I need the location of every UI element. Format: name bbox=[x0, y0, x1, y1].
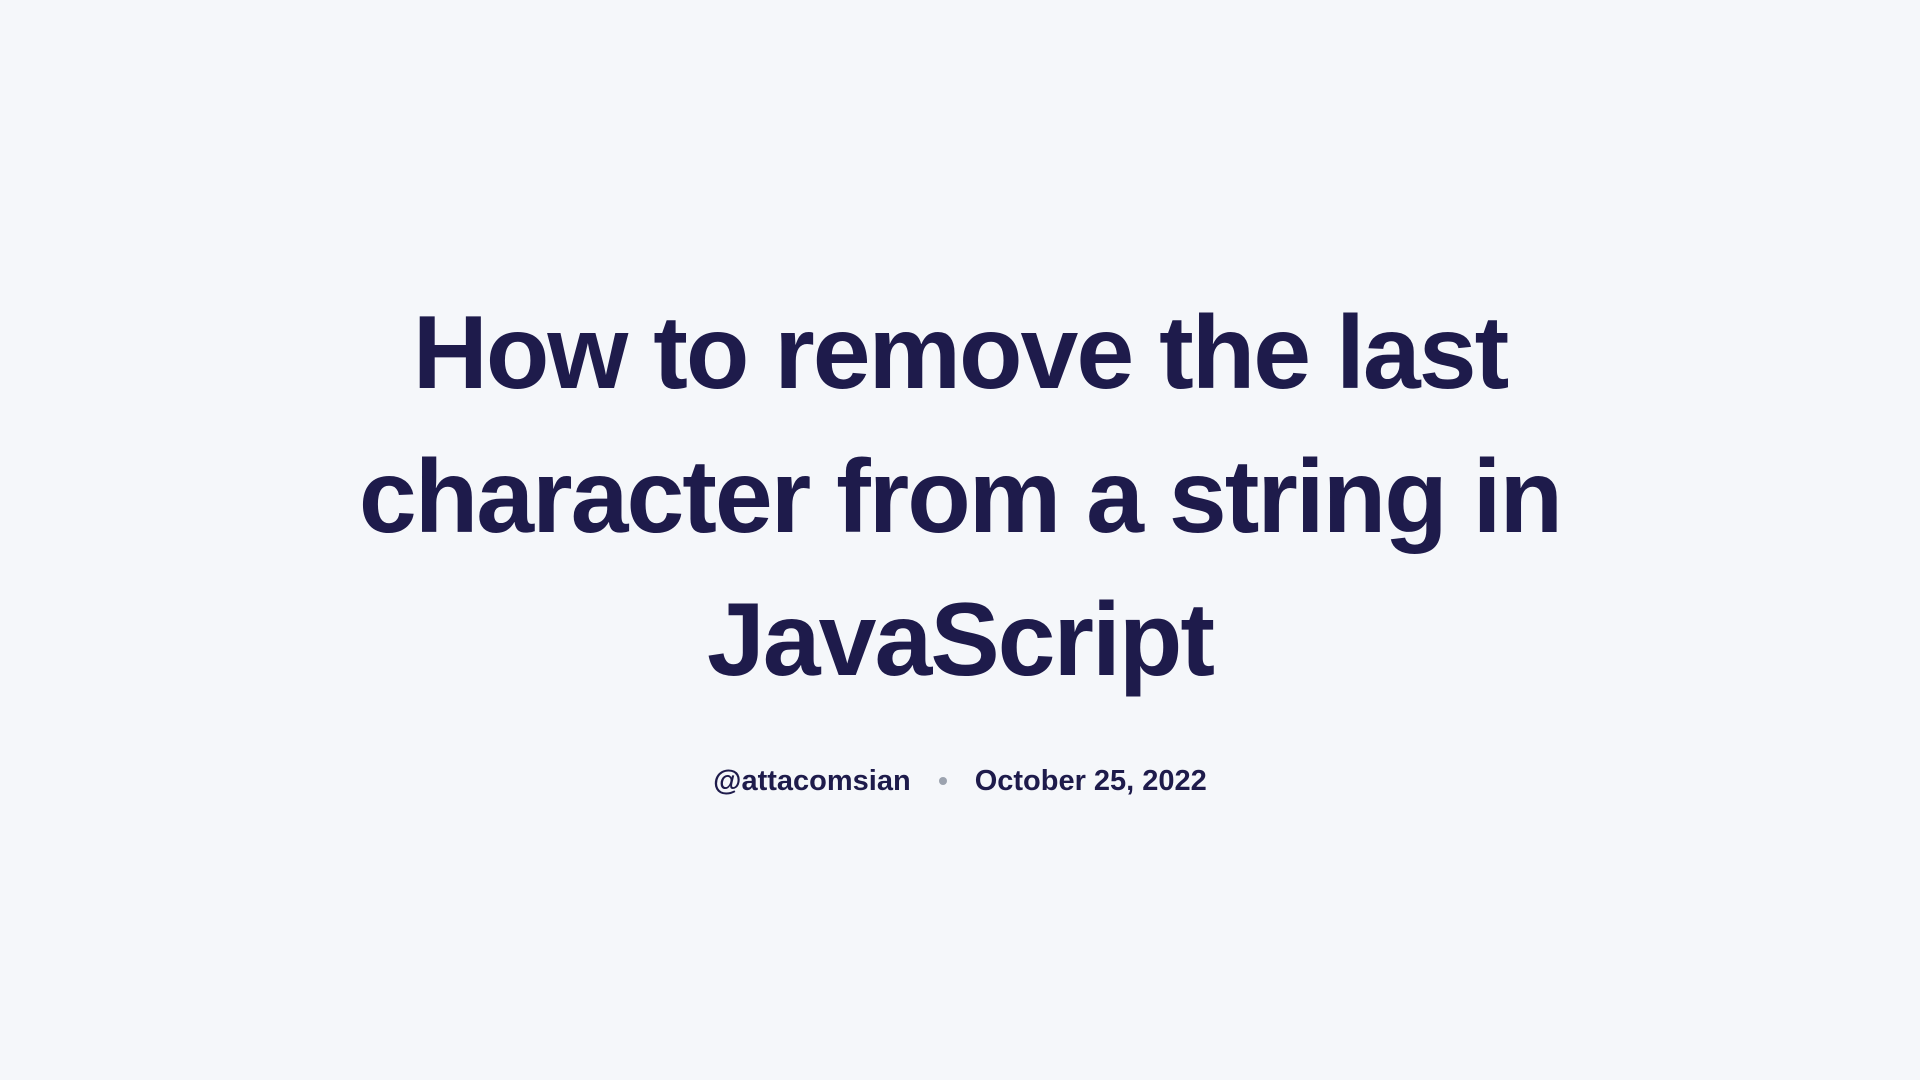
article-title: How to remove the last character from a … bbox=[260, 282, 1660, 713]
author-handle[interactable]: @attacomsian bbox=[713, 765, 911, 798]
article-meta: @attacomsian October 25, 2022 bbox=[713, 765, 1207, 798]
publish-date: October 25, 2022 bbox=[975, 765, 1207, 798]
separator-dot bbox=[939, 777, 947, 785]
